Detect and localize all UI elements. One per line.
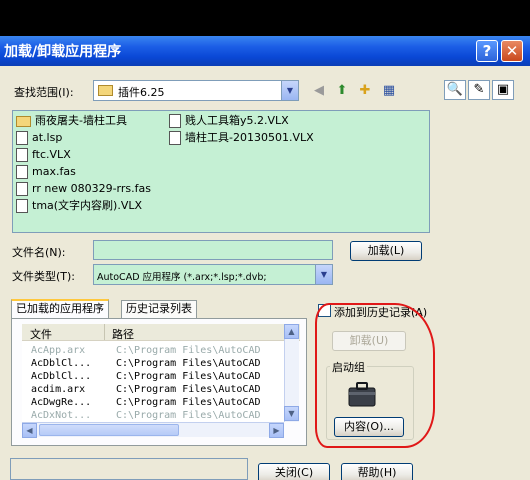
table-row[interactable]: AcDblCl... C:\Program Files\AutoCAD bbox=[31, 357, 261, 370]
lookin-value: 插件6.25 bbox=[118, 86, 165, 99]
lookin-label: 查找范围(I): bbox=[14, 86, 74, 99]
folder-icon bbox=[98, 85, 113, 96]
scroll-thumb[interactable] bbox=[39, 424, 179, 436]
filename-label: 文件名(N): bbox=[12, 246, 66, 259]
list-item[interactable]: 贱人工具箱y5.2.VLX bbox=[169, 113, 289, 129]
preview-icon[interactable]: ▣ bbox=[492, 80, 514, 100]
views-icon[interactable]: ▦ bbox=[380, 82, 398, 100]
column-header-path[interactable]: 路径 bbox=[112, 326, 134, 342]
table-row[interactable]: AcDwgRe... C:\Program Files\AutoCAD bbox=[31, 396, 261, 409]
help-button[interactable]: 帮助(H) bbox=[341, 463, 413, 480]
file-icon bbox=[16, 182, 28, 196]
file-icon bbox=[169, 114, 181, 128]
column-header-file[interactable]: 文件 bbox=[30, 326, 52, 342]
scroll-down-icon[interactable]: ▼ bbox=[284, 406, 299, 421]
list-header: 文件 路径 bbox=[22, 324, 300, 341]
load-button[interactable]: 加载(L) bbox=[350, 241, 422, 261]
tab-loaded-apps[interactable]: 已加载的应用程序 bbox=[11, 299, 109, 319]
list-item[interactable]: ftc.VLX bbox=[16, 147, 71, 163]
annotation-oval bbox=[315, 303, 435, 448]
table-row[interactable]: AcDxNot... C:\Program Files\AutoCAD bbox=[31, 409, 261, 422]
up-folder-icon[interactable]: ⬆ bbox=[333, 82, 351, 100]
file-icon bbox=[16, 165, 28, 179]
list-item[interactable]: at.lsp bbox=[16, 130, 62, 146]
filetype-dropdown[interactable]: AutoCAD 应用程序 (*.arx;*.lsp;*.dvb; ▼ bbox=[93, 264, 333, 285]
window-title: 加载/卸载应用程序 bbox=[4, 44, 122, 60]
new-folder-icon[interactable]: ✚ bbox=[356, 82, 374, 100]
list-item[interactable]: 雨夜屠夫-墙柱工具 bbox=[16, 113, 127, 129]
file-icon bbox=[16, 199, 28, 213]
list-item[interactable]: tma(文字内容刷).VLX bbox=[16, 198, 142, 214]
list-item[interactable]: 墙柱工具-20130501.VLX bbox=[169, 130, 314, 146]
close-button[interactable]: 关闭(C) bbox=[258, 463, 330, 480]
table-row[interactable]: acdim.arx C:\Program Files\AutoCAD bbox=[31, 383, 261, 396]
file-list[interactable]: 雨夜屠夫-墙柱工具 at.lsp ftc.VLX max.fas rr new … bbox=[12, 110, 430, 233]
list-item[interactable]: rr new 080329-rrs.fas bbox=[16, 181, 151, 197]
table-row[interactable]: AcDblCl... C:\Program Files\AutoCAD bbox=[31, 370, 261, 383]
close-title-button[interactable]: ✕ bbox=[501, 40, 523, 62]
help-title-button[interactable]: ? bbox=[476, 40, 498, 62]
status-box bbox=[10, 458, 248, 480]
scroll-left-icon[interactable]: ◀ bbox=[22, 423, 37, 438]
chevron-down-icon: ▼ bbox=[315, 265, 332, 284]
filetype-label: 文件类型(T): bbox=[12, 270, 76, 283]
folder-icon bbox=[16, 115, 31, 127]
scroll-up-icon[interactable]: ▲ bbox=[284, 324, 299, 339]
file-icon bbox=[16, 131, 28, 145]
horizontal-scrollbar[interactable]: ◀ ▶ bbox=[22, 422, 284, 438]
search-icon[interactable]: 🔍 bbox=[444, 80, 466, 100]
tools-icon[interactable]: ✎ bbox=[468, 80, 490, 100]
back-icon[interactable]: ◀ bbox=[310, 82, 328, 100]
loaded-list[interactable]: AcApp.arx C:\Program Files\AutoCAD AcDblC… bbox=[22, 341, 284, 422]
vertical-scrollbar[interactable]: ▲ ▼ bbox=[284, 324, 299, 422]
chevron-down-icon: ▼ bbox=[281, 81, 298, 100]
file-icon bbox=[169, 131, 181, 145]
scroll-right-icon[interactable]: ▶ bbox=[269, 423, 284, 438]
tab-history[interactable]: 历史记录列表 bbox=[121, 300, 197, 318]
filename-input[interactable] bbox=[93, 240, 333, 260]
file-icon bbox=[16, 148, 28, 162]
lookin-dropdown[interactable]: 插件6.25 ▼ bbox=[93, 80, 299, 101]
list-item[interactable]: max.fas bbox=[16, 164, 76, 180]
filetype-value: AutoCAD 应用程序 (*.arx;*.lsp;*.dvb; bbox=[97, 272, 267, 283]
table-row[interactable]: AcApp.arx C:\Program Files\AutoCAD bbox=[31, 344, 261, 357]
